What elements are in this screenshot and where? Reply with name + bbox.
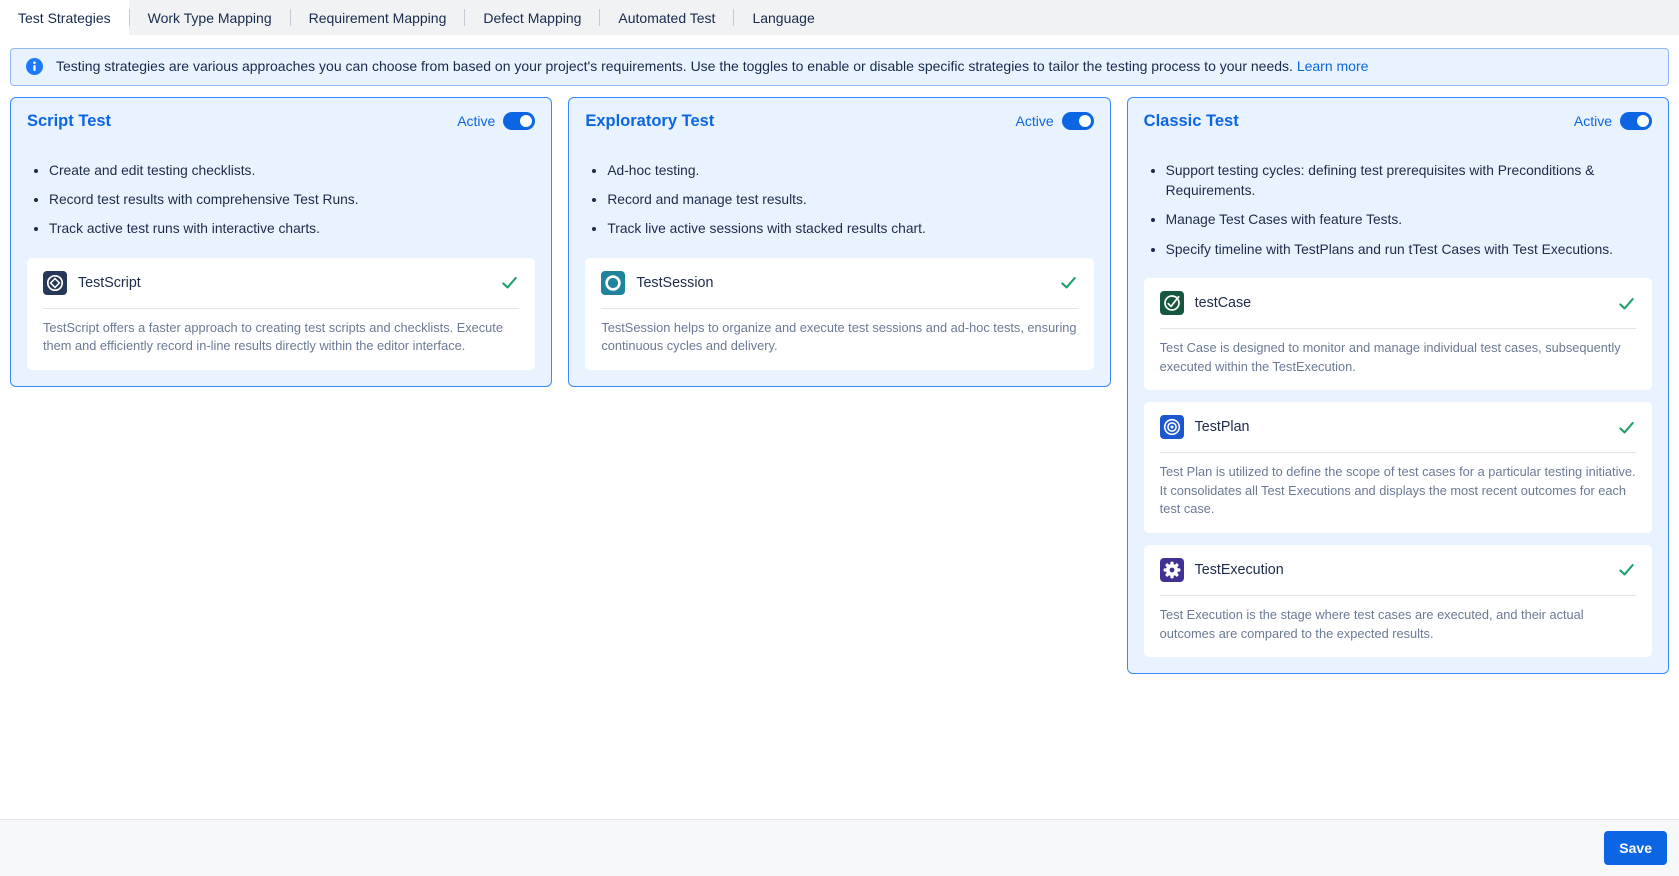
- tab-defect-mapping[interactable]: Defect Mapping: [465, 0, 599, 35]
- enabled-check-icon: [1059, 273, 1078, 292]
- feature-divider: [1160, 595, 1636, 596]
- script-test-toggle[interactable]: [503, 112, 535, 130]
- tab-work-type-mapping[interactable]: Work Type Mapping: [130, 0, 290, 35]
- active-toggle-group: Active: [1016, 112, 1094, 130]
- settings-tab-bar: Test Strategies Work Type Mapping Requir…: [0, 0, 1679, 35]
- circle-diamond-icon: [43, 271, 67, 295]
- feature-header: TestSession: [601, 271, 1077, 295]
- strategy-title: Exploratory Test: [585, 112, 714, 131]
- active-label: Active: [1016, 113, 1054, 129]
- save-button[interactable]: Save: [1604, 831, 1667, 865]
- feature-description: Test Execution is the stage where test c…: [1160, 606, 1636, 643]
- toggle-knob: [1079, 115, 1091, 127]
- feature-description: Test Case is designed to monitor and man…: [1160, 339, 1636, 376]
- strategy-bullet: Create and edit testing checklists.: [49, 161, 535, 181]
- card-header: Script Test Active: [27, 112, 535, 131]
- strategy-bullet: Manage Test Cases with feature Tests.: [1166, 210, 1652, 230]
- feature-card-testcase: testCase Test Case is designed to monito…: [1144, 278, 1652, 390]
- strategy-bullet-list: Support testing cycles: defining test pr…: [1144, 161, 1652, 261]
- feature-description: TestScript offers a faster approach to c…: [43, 319, 519, 356]
- feature-header: TestScript: [43, 271, 519, 295]
- card-header: Exploratory Test Active: [585, 112, 1093, 131]
- feature-divider: [1160, 328, 1636, 329]
- exploratory-test-toggle[interactable]: [1062, 112, 1094, 130]
- strategy-bullet: Support testing cycles: defining test pr…: [1166, 161, 1652, 202]
- active-toggle-group: Active: [1574, 112, 1652, 130]
- feature-description: TestSession helps to organize and execut…: [601, 319, 1077, 356]
- tab-automated-test[interactable]: Automated Test: [600, 0, 733, 35]
- feature-description: Test Plan is utilized to define the scop…: [1160, 463, 1636, 519]
- gear-icon: [1160, 558, 1184, 582]
- strategy-card-classic-test: Classic Test Active Support testing cycl…: [1127, 97, 1669, 674]
- circle-check-icon: [1160, 291, 1184, 315]
- card-header: Classic Test Active: [1144, 112, 1652, 131]
- feature-divider: [43, 308, 519, 309]
- bullseye-icon: [1160, 415, 1184, 439]
- banner-message: Testing strategies are various approache…: [56, 58, 1293, 74]
- feature-divider: [1160, 452, 1636, 453]
- toggle-knob: [520, 115, 532, 127]
- active-toggle-group: Active: [457, 112, 535, 130]
- feature-card-testplan: TestPlan Test Plan is utilized to define…: [1144, 402, 1652, 533]
- circle-ring-icon: [601, 271, 625, 295]
- toggle-knob: [1637, 115, 1649, 127]
- strategy-bullet: Record and manage test results.: [607, 190, 1093, 210]
- feature-name: TestPlan: [1195, 419, 1606, 435]
- feature-name: testCase: [1195, 295, 1606, 311]
- strategy-card-script-test: Script Test Active Create and edit testi…: [10, 97, 552, 387]
- feature-name: TestScript: [78, 275, 489, 291]
- strategy-bullet: Track active test runs with interactive …: [49, 219, 535, 239]
- feature-card-testsession: TestSession TestSession helps to organiz…: [585, 258, 1093, 370]
- strategy-title: Script Test: [27, 112, 111, 131]
- tab-language[interactable]: Language: [734, 0, 832, 35]
- tabbar-filler: [833, 0, 1679, 35]
- strategy-bullet-list: Create and edit testing checklists. Reco…: [27, 161, 535, 240]
- feature-divider: [601, 308, 1077, 309]
- learn-more-link[interactable]: Learn more: [1297, 58, 1369, 74]
- info-banner: Testing strategies are various approache…: [10, 48, 1669, 86]
- feature-name: TestSession: [636, 275, 1047, 291]
- active-label: Active: [1574, 113, 1612, 129]
- strategy-title: Classic Test: [1144, 112, 1239, 131]
- strategy-bullet: Track live active sessions with stacked …: [607, 219, 1093, 239]
- active-label: Active: [457, 113, 495, 129]
- strategy-card-exploratory-test: Exploratory Test Active Ad-hoc testing. …: [568, 97, 1110, 387]
- strategy-bullet: Ad-hoc testing.: [607, 161, 1093, 181]
- tab-test-strategies[interactable]: Test Strategies: [0, 0, 129, 35]
- classic-test-toggle[interactable]: [1620, 112, 1652, 130]
- strategy-bullet: Record test results with comprehensive T…: [49, 190, 535, 210]
- strategy-cards: Script Test Active Create and edit testi…: [10, 97, 1669, 674]
- feature-card-testscript: TestScript TestScript offers a faster ap…: [27, 258, 535, 370]
- enabled-check-icon: [500, 273, 519, 292]
- enabled-check-icon: [1617, 294, 1636, 313]
- feature-header: testCase: [1160, 291, 1636, 315]
- feature-header: TestPlan: [1160, 415, 1636, 439]
- strategy-bullet: Specify timeline with TestPlans and run …: [1166, 240, 1652, 260]
- info-icon: [26, 58, 43, 75]
- feature-card-testexecution: TestExecution Test Execution is the stag…: [1144, 545, 1652, 657]
- feature-header: TestExecution: [1160, 558, 1636, 582]
- enabled-check-icon: [1617, 418, 1636, 437]
- footer-bar: Save: [0, 819, 1679, 876]
- tab-requirement-mapping[interactable]: Requirement Mapping: [291, 0, 465, 35]
- banner-text: Testing strategies are various approache…: [56, 57, 1368, 77]
- strategy-bullet-list: Ad-hoc testing. Record and manage test r…: [585, 161, 1093, 240]
- enabled-check-icon: [1617, 560, 1636, 579]
- feature-name: TestExecution: [1195, 562, 1606, 578]
